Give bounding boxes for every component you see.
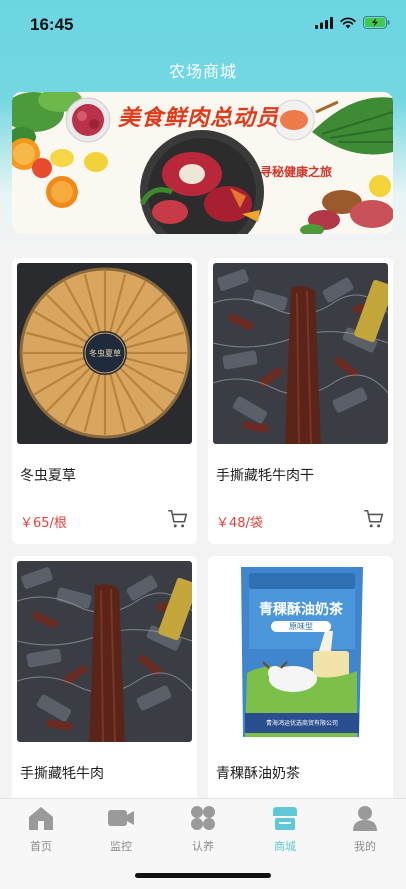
box-label-text: 冬虫夏草 (89, 348, 121, 358)
tab-label: 认养 (192, 840, 214, 853)
product-card[interactable]: 青稞酥油奶茶 原味型 青海鸿运优选商贸有限公司 青稞酥油奶茶 (208, 556, 393, 816)
product-image (17, 561, 192, 742)
tab-label: 首页 (30, 840, 52, 853)
wifi-icon (340, 16, 356, 28)
tab-me[interactable]: 我的 (330, 805, 400, 853)
product-name: 手撕藏牦牛肉 (20, 766, 104, 782)
banner-headline: 美食鲜肉总动员 (118, 105, 280, 131)
product-image: 青稞酥油奶茶 原味型 青海鸿运优选商贸有限公司 (213, 561, 388, 742)
package-company: 青海鸿运优选商贸有限公司 (265, 720, 338, 727)
tab-adopt[interactable]: 认养 (168, 805, 238, 853)
tab-label: 商城 (274, 840, 296, 853)
grid-icon (191, 806, 215, 830)
cordyceps-box-image: 冬虫夏草 (17, 263, 192, 444)
tab-mall[interactable]: 商城 (250, 805, 320, 853)
product-image (213, 263, 388, 444)
tab-home[interactable]: 首页 (6, 805, 76, 853)
yak-meat-image (17, 561, 192, 742)
milk-tea-package-image (213, 561, 388, 742)
tab-label: 监控 (110, 840, 132, 853)
product-price: ￥65/根 (20, 516, 67, 531)
signal-icon (315, 16, 333, 29)
store-icon (273, 807, 297, 830)
product-card[interactable]: 手撕藏牦牛肉干 ￥48/袋 (208, 258, 393, 544)
cart-icon[interactable] (167, 508, 189, 530)
status-bar: 16:45 (0, 0, 406, 48)
product-card[interactable]: 手撕藏牦牛肉 (12, 556, 197, 816)
page-title: 农场商城 (168, 62, 237, 81)
cart-icon[interactable] (363, 508, 385, 530)
status-icons (315, 16, 390, 29)
person-icon (353, 806, 377, 831)
product-price: ￥48/袋 (216, 516, 263, 531)
yak-jerky-image (213, 263, 388, 444)
product-image: 冬虫夏草 (17, 263, 192, 444)
battery-charging-icon (363, 16, 390, 29)
product-name: 青稞酥油奶茶 (216, 766, 300, 782)
home-icon (29, 807, 53, 830)
tab-monitor[interactable]: 监控 (86, 805, 156, 853)
status-time: 16:45 (30, 15, 74, 34)
product-card[interactable]: 冬虫夏草 冬虫夏草 ￥65/根 (12, 258, 197, 544)
product-name: 冬虫夏草 (20, 468, 76, 484)
package-title: 青稞酥油奶茶 (259, 602, 343, 618)
banner-tagline: 寻秘健康之旅 (260, 165, 333, 179)
product-name: 手撕藏牦牛肉干 (216, 468, 314, 484)
promo-banner[interactable]: 美食鲜肉总动员 寻秘健康之旅 (12, 92, 393, 234)
package-flavor: 原味型 (271, 621, 331, 632)
tab-label: 我的 (354, 840, 376, 853)
home-indicator (135, 873, 271, 878)
video-camera-icon (108, 810, 134, 826)
